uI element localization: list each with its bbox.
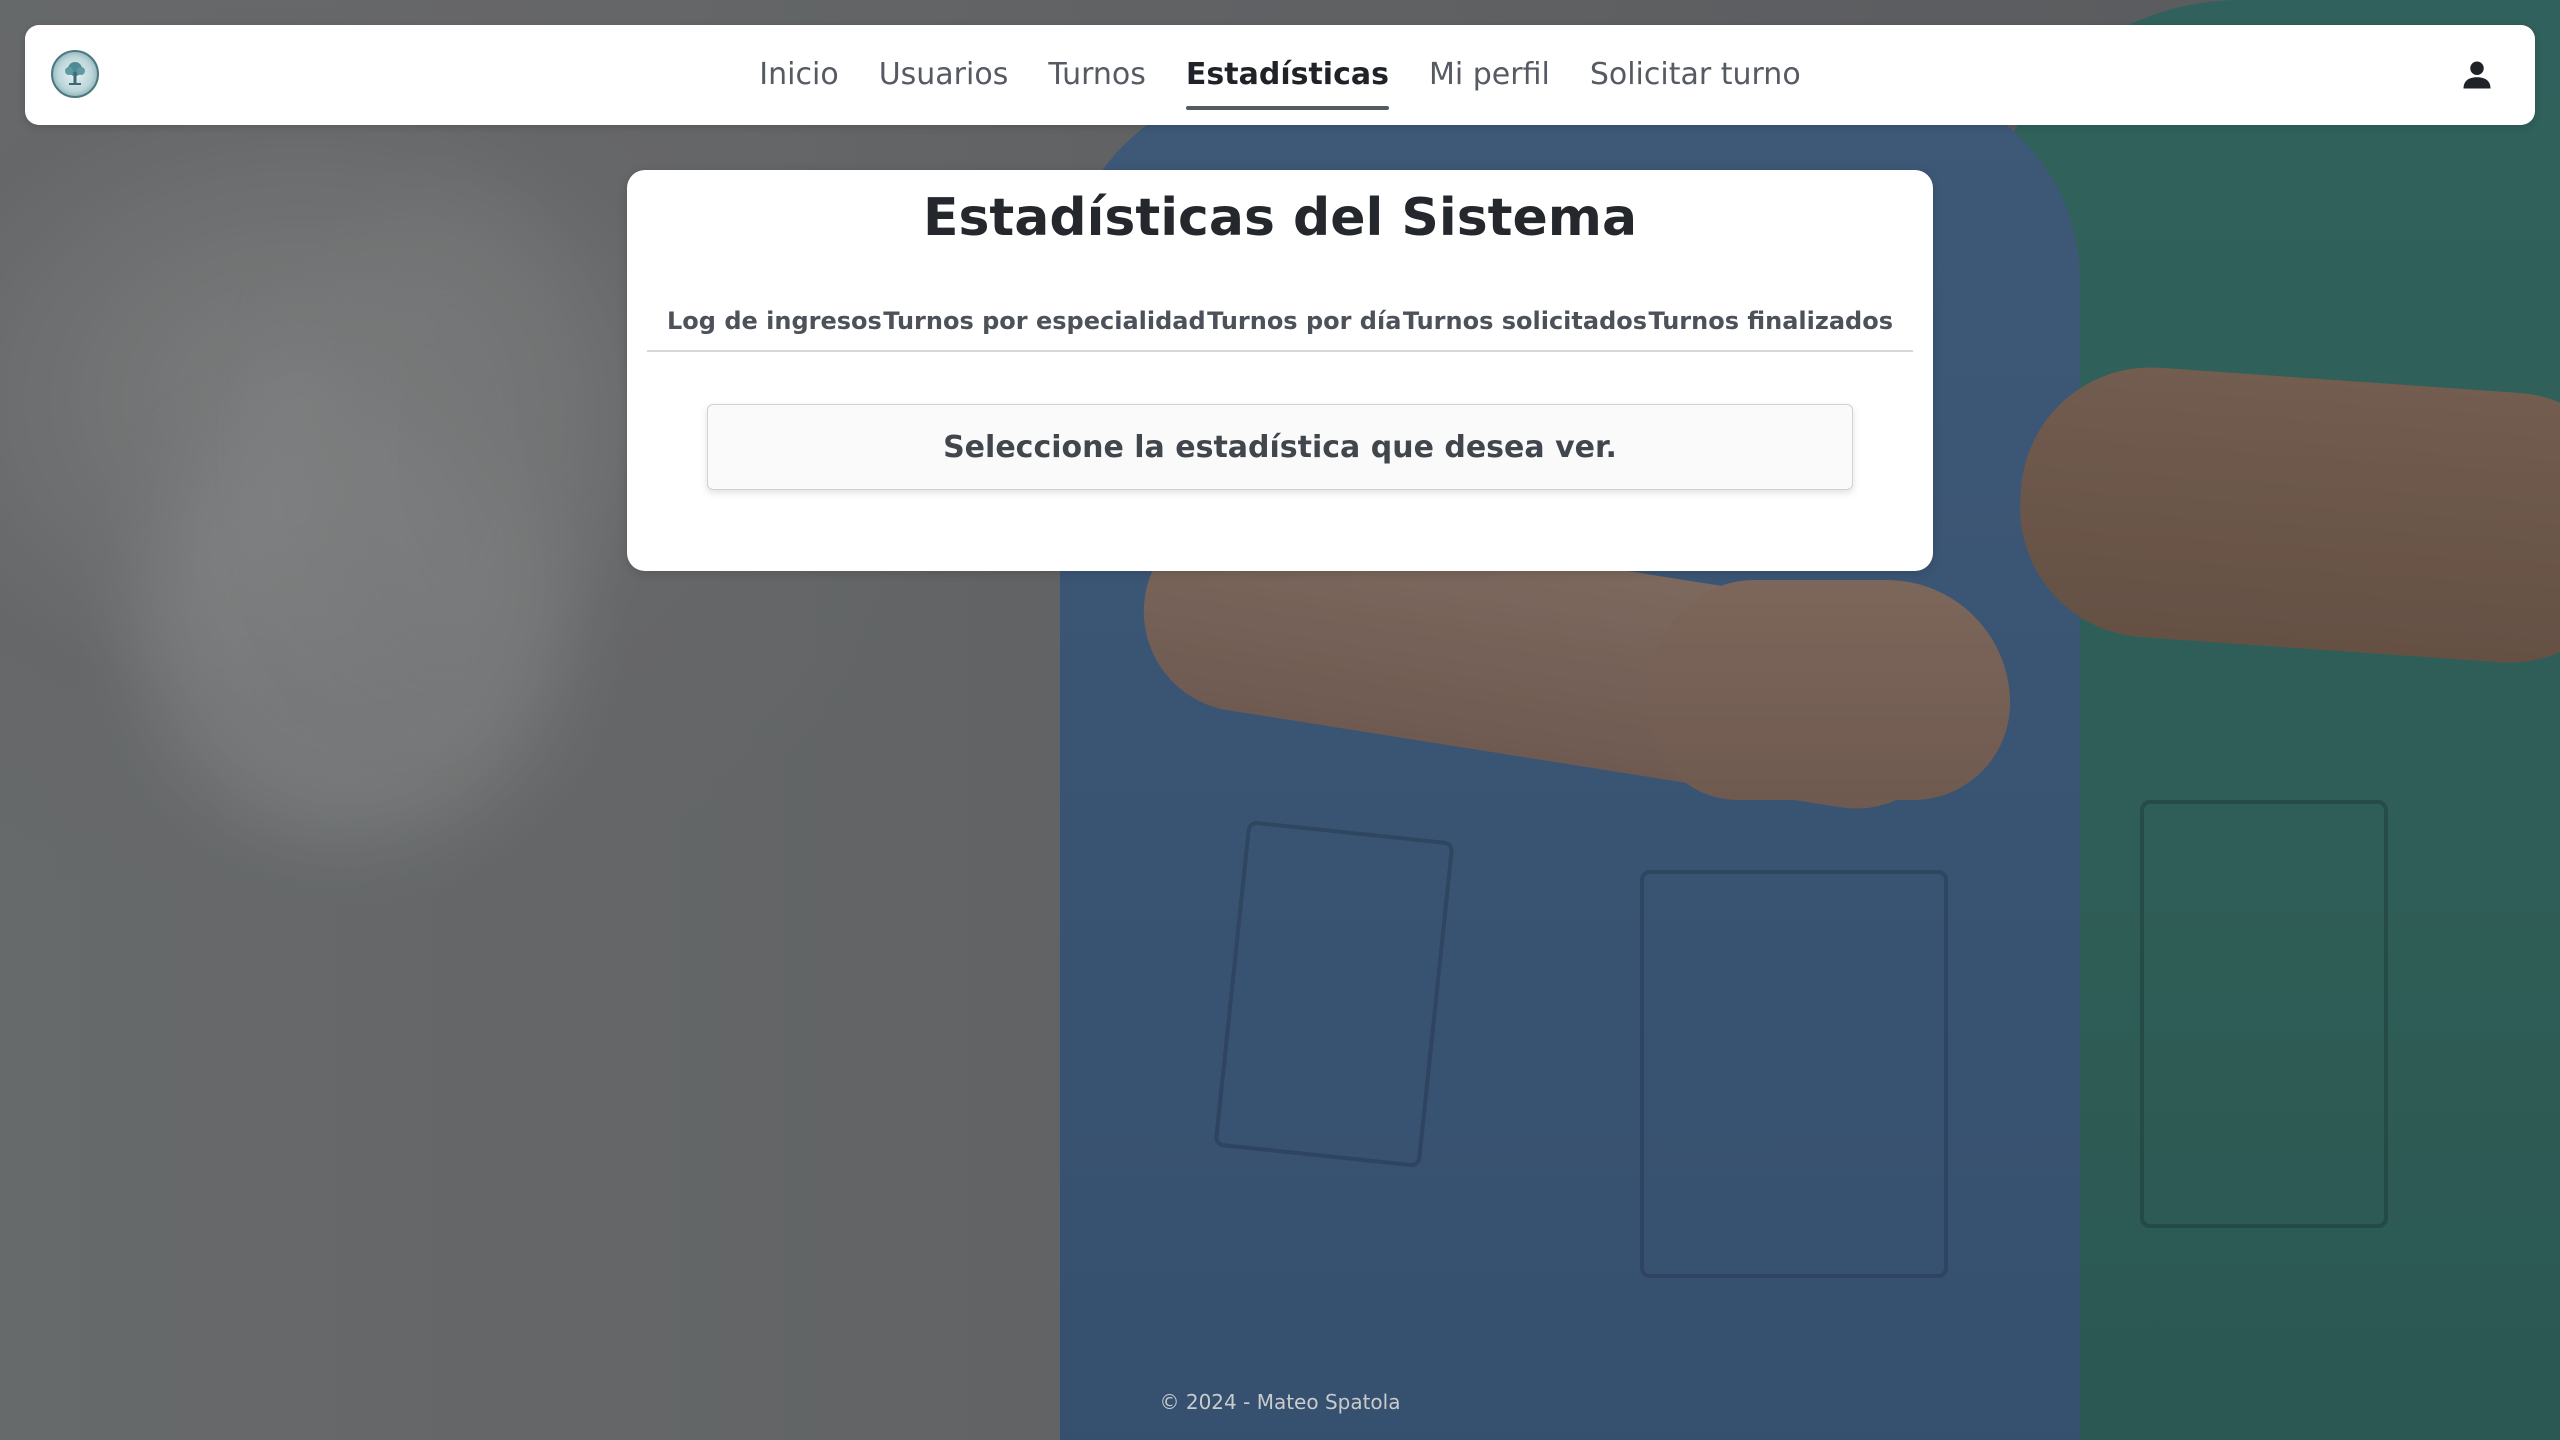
statistics-card: Estadísticas del Sistema Log de ingresos… [627, 170, 1933, 571]
tab-log-de-ingresos[interactable]: Log de ingresos [667, 307, 882, 335]
nav-link-solicitar-turno[interactable]: Solicitar turno [1590, 25, 1801, 125]
tab-turnos-finalizados[interactable]: Turnos finalizados [1648, 307, 1893, 335]
nav-link-estadisticas[interactable]: Estadísticas [1185, 25, 1390, 125]
nav-link-mi-perfil[interactable]: Mi perfil [1429, 25, 1550, 125]
nav-link-turnos[interactable]: Turnos [1048, 25, 1146, 125]
statistics-tabs: Log de ingresos Turnos por especialidad … [647, 292, 1913, 352]
top-navbar: Inicio Usuarios Turnos Estadísticas Mi p… [25, 25, 2535, 125]
page-title: Estadísticas del Sistema [922, 188, 1638, 248]
tab-turnos-por-especialidad[interactable]: Turnos por especialidad [883, 307, 1205, 335]
nav-link-usuarios[interactable]: Usuarios [879, 25, 1009, 125]
nav-link-inicio[interactable]: Inicio [759, 25, 838, 125]
tab-turnos-por-dia[interactable]: Turnos por día [1207, 307, 1401, 335]
user-icon[interactable] [2459, 57, 2495, 93]
tab-turnos-solicitados[interactable]: Turnos solicitados [1403, 307, 1647, 335]
footer-copyright: © 2024 - Mateo Spatola [1159, 1390, 1401, 1414]
select-statistic-message: Seleccione la estadística que desea ver. [707, 404, 1853, 490]
nav-links: Inicio Usuarios Turnos Estadísticas Mi p… [25, 25, 2535, 125]
